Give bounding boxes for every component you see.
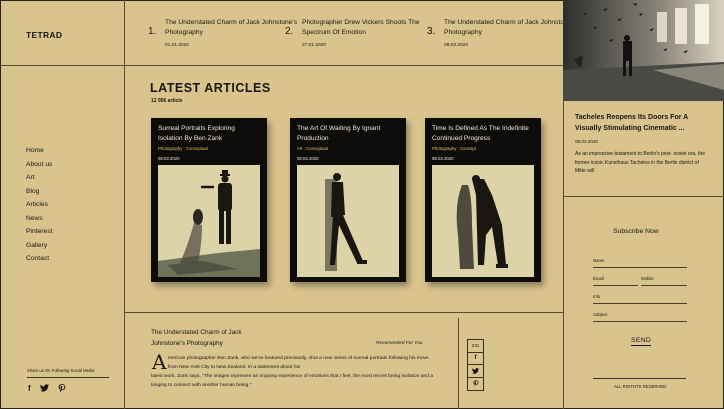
twitter-icon[interactable]	[468, 365, 483, 378]
nav-item-gallery[interactable]: Gallery	[26, 239, 52, 253]
email-field[interactable]: Email	[593, 272, 638, 286]
divider	[27, 377, 109, 378]
nav-item-about-us[interactable]: About us	[26, 158, 52, 172]
facebook-icon[interactable]: f	[468, 353, 483, 365]
top-article-title[interactable]: The Understated Charm of Jack Johnstone'…	[444, 18, 579, 38]
nav-item-art[interactable]: Art	[26, 171, 52, 185]
card-image[interactable]	[432, 165, 534, 277]
card-category[interactable]: Photography ; Concept	[432, 146, 476, 151]
mobile-field[interactable]: Mobile	[641, 272, 687, 286]
featured-title[interactable]: Tacheles Reopens Its Doors For A Visuall…	[575, 112, 705, 134]
article-card[interactable]: Surreal Portraits Exploring Isolation By…	[151, 118, 267, 282]
top-article-number: 3.	[427, 26, 436, 37]
article-card[interactable]: The Art Of Waiting By Ignant Production …	[290, 118, 406, 282]
recommended-label: Recomended For You	[376, 341, 423, 346]
card-category[interactable]: Photography ; Conceptual	[158, 146, 208, 151]
share-label: Share us On Following Social Media	[27, 368, 95, 373]
card-image[interactable]	[158, 165, 260, 277]
nav-item-pinterest[interactable]: Pinterest	[26, 225, 52, 239]
divider	[593, 378, 686, 379]
top-article-date: 08.03.2020	[444, 43, 469, 48]
facebook-icon[interactable]: f	[28, 384, 31, 396]
nav-item-home[interactable]: Home	[26, 144, 52, 158]
nav-item-articles[interactable]: Articles	[26, 198, 52, 212]
subject-field[interactable]: Subject	[593, 308, 687, 322]
nav-item-news[interactable]: News	[26, 212, 52, 226]
article-text: merican photographer Ben Zank, who we've…	[168, 356, 429, 370]
section-title: LATEST ARTICLES	[150, 81, 271, 95]
pinterest-icon[interactable]	[468, 378, 483, 391]
card-title[interactable]: Time Is Defined As The Indefinite Contin…	[432, 124, 534, 143]
top-article-title[interactable]: The Understated Charm of Jack Johnstone'…	[165, 18, 300, 38]
name-field[interactable]: Name	[593, 254, 687, 268]
card-date: 08.03.2020	[297, 156, 319, 161]
top-article-date: 27.01.2020	[302, 43, 327, 48]
card-category[interactable]: Art ; Conceptual	[297, 146, 328, 151]
nav-item-blog[interactable]: Blog	[26, 185, 52, 199]
share-box: 231 f	[467, 339, 484, 391]
divider	[563, 196, 724, 197]
top-article-number: 2.	[285, 26, 294, 37]
top-article-date: 01.01.2020	[165, 43, 190, 48]
featured-excerpt: As an impressive testament to Berlin's p…	[575, 151, 705, 174]
featured-image[interactable]	[563, 0, 724, 101]
info-field[interactable]: Info	[593, 290, 687, 304]
featured-date: 08.03.2020	[575, 139, 598, 144]
card-date: 08.03.2020	[432, 156, 454, 161]
dropcap: A	[152, 350, 167, 374]
divider	[0, 65, 563, 66]
send-button[interactable]: SEND	[631, 337, 652, 346]
card-title[interactable]: Surreal Portraits Exploring Isolation By…	[158, 124, 260, 143]
twitter-icon[interactable]	[39, 384, 49, 396]
divider	[124, 0, 125, 409]
divider	[458, 318, 459, 409]
divider	[124, 312, 563, 313]
article-card[interactable]: Time Is Defined As The Indefinite Contin…	[425, 118, 541, 282]
share-count: 231	[468, 340, 483, 353]
subscribe-title: Subscribe Now	[613, 228, 659, 235]
social-links: f	[28, 384, 66, 396]
card-image[interactable]	[297, 165, 399, 277]
top-article-number: 1.	[148, 26, 157, 37]
top-article-title[interactable]: Photographer Drew Vickers Shoots The Spe…	[302, 18, 437, 38]
article-count: 12 956 article	[151, 98, 183, 104]
copyright-text: ALL RIGTHTS RESERVED	[614, 384, 667, 389]
article-title[interactable]: The Understated Charm of Jack Johnstone'…	[151, 328, 271, 349]
article-text-continued: latest work, Zank says, "The images repr…	[151, 374, 434, 388]
pinterest-icon[interactable]	[58, 384, 66, 396]
logo[interactable]: TETRAD	[26, 30, 62, 40]
card-date: 08.03.2020	[158, 156, 180, 161]
sidebar-nav: Home About us Art Blog Articles News Pin…	[26, 144, 52, 266]
card-title[interactable]: The Art Of Waiting By Ignant Production	[297, 124, 399, 143]
nav-item-contact[interactable]: Contact	[26, 252, 52, 266]
